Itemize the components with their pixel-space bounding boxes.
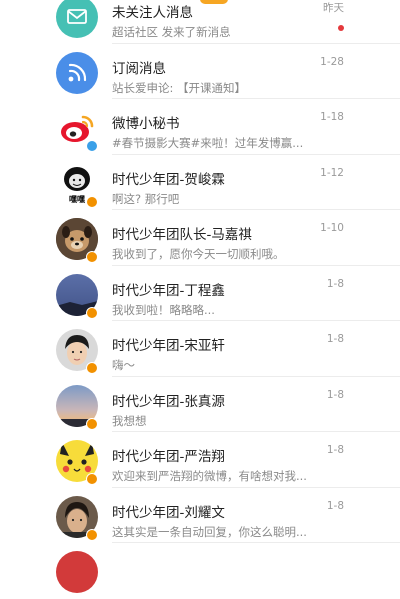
list-item[interactable]: 时代少年团-张真源 我想想 1-8 bbox=[0, 377, 400, 432]
message-list: 未关注人消息 超话社区 发来了新消息 昨天 订阅消息 站长爱申论: 【开课通知】… bbox=[0, 0, 400, 599]
verified-icon bbox=[86, 140, 98, 152]
timestamp: 昨天 bbox=[323, 2, 344, 14]
svg-text:嘿嘿: 嘿嘿 bbox=[69, 195, 85, 204]
contact-name: 微博小秘书 bbox=[112, 116, 180, 132]
verified-icon bbox=[86, 528, 98, 541]
list-item[interactable]: 时代少年团-丁程鑫 我收到啦！略略略... 1-8 bbox=[0, 266, 400, 321]
contact-name: 订阅消息 bbox=[112, 60, 166, 77]
contact-name: 时代少年团-贺峻霖 bbox=[112, 171, 225, 188]
mail-icon bbox=[56, 0, 98, 38]
message-preview: 站长爱申论: 【开课通知】 bbox=[112, 80, 247, 95]
unread-dot bbox=[338, 25, 344, 31]
message-preview: 我收到了，愿你今天一切顺利哦。 bbox=[112, 247, 285, 261]
list-item[interactable]: 时代少年团-严浩翔 欢迎来到严浩翔的微博，有啥想对我... 1-8 bbox=[0, 432, 400, 488]
list-item[interactable]: 订阅消息 站长爱申论: 【开课通知】 1-28 bbox=[0, 44, 400, 99]
contact-name: 时代少年团-刘耀文 bbox=[112, 504, 225, 521]
message-preview: 超话社区 发来了新消息 bbox=[112, 25, 231, 39]
partial-avatar bbox=[56, 551, 98, 593]
contact-name: 时代少年团-张真源 bbox=[112, 393, 225, 410]
verified-icon bbox=[86, 306, 98, 319]
contact-name: 时代少年团-宋亚轩 bbox=[112, 338, 225, 354]
contact-name: 时代少年团-严浩翔 bbox=[112, 449, 225, 465]
message-preview: #春节摄影大赛#来啦！过年发博赢... bbox=[112, 136, 304, 150]
verified-icon bbox=[86, 473, 98, 485]
verified-icon bbox=[86, 251, 98, 263]
timestamp: 1-28 bbox=[320, 55, 344, 68]
timestamp: 1-18 bbox=[320, 111, 344, 123]
message-preview: 我收到啦！略略略... bbox=[112, 302, 215, 317]
timestamp: 1-12 bbox=[320, 166, 344, 179]
list-item[interactable]: 时代少年团-宋亚轩 嗨～ 1-8 bbox=[0, 321, 400, 377]
timestamp: 1-8 bbox=[326, 333, 344, 345]
contact-name: 未关注人消息 bbox=[112, 5, 193, 21]
list-item[interactable]: 时代少年团队长-马嘉祺 我收到了，愿你今天一切顺利哦。 1-10 bbox=[0, 210, 400, 266]
verified-icon bbox=[86, 362, 98, 374]
timestamp: 1-8 bbox=[326, 388, 344, 401]
list-item[interactable]: 未关注人消息 超话社区 发来了新消息 昨天 bbox=[0, 0, 400, 44]
list-item[interactable]: 微博小秘书 #春节摄影大赛#来啦！过年发博赢... 1-18 bbox=[0, 99, 400, 155]
list-item[interactable]: 嘿嘿 时代少年团-贺峻霖 啊这? 那行吧 1-12 bbox=[0, 155, 400, 210]
message-preview: 这其实是一条自动回复，你这么聪明... bbox=[112, 524, 307, 539]
rss-icon bbox=[56, 51, 98, 94]
timestamp: 1-10 bbox=[320, 222, 344, 234]
message-preview: 欢迎来到严浩翔的微博，有啥想对我... bbox=[112, 469, 307, 483]
timestamp: 1-8 bbox=[326, 444, 344, 456]
contact-name: 时代少年团-丁程鑫 bbox=[112, 282, 225, 299]
list-item[interactable] bbox=[0, 543, 400, 599]
verified-icon bbox=[86, 195, 98, 208]
list-item[interactable]: 时代少年团-刘耀文 这其实是一条自动回复，你这么聪明... 1-8 bbox=[0, 488, 400, 543]
message-preview: 嗨～ bbox=[112, 358, 135, 372]
verified-icon bbox=[86, 417, 98, 430]
timestamp: 1-8 bbox=[326, 277, 344, 290]
message-preview: 我想想 bbox=[112, 413, 147, 428]
timestamp: 1-8 bbox=[326, 499, 344, 512]
contact-name: 时代少年团队长-马嘉祺 bbox=[112, 227, 252, 243]
message-preview: 啊这? 那行吧 bbox=[112, 191, 180, 206]
